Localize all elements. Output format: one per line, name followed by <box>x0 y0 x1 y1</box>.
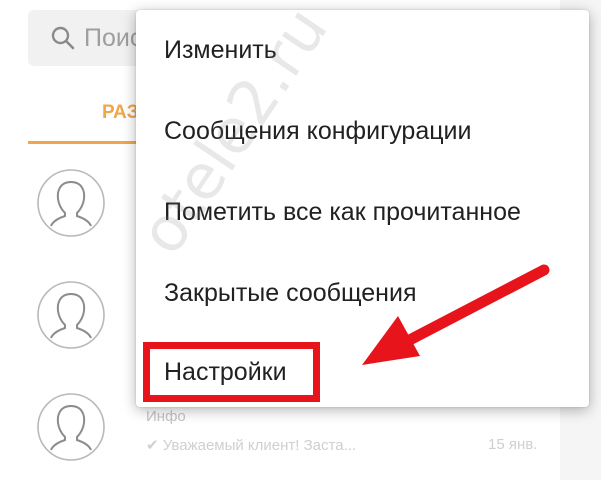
menu-item-edit[interactable]: Изменить <box>136 10 589 90</box>
tab-label: РАЗ <box>102 102 139 123</box>
search-placeholder: Поис <box>84 23 143 52</box>
contact-avatar[interactable] <box>36 280 106 350</box>
avatar-placeholder-icon <box>37 281 105 349</box>
avatar-placeholder-icon <box>37 393 105 461</box>
contact-avatar[interactable] <box>36 168 106 238</box>
contact-time: 15 янв. <box>488 436 538 453</box>
avatar-placeholder-icon <box>37 169 105 237</box>
contact-avatar[interactable] <box>36 392 106 462</box>
search-icon <box>51 26 75 50</box>
highlight-box <box>143 342 320 402</box>
menu-item-private-messages[interactable]: Закрытые сообщения <box>136 253 589 333</box>
